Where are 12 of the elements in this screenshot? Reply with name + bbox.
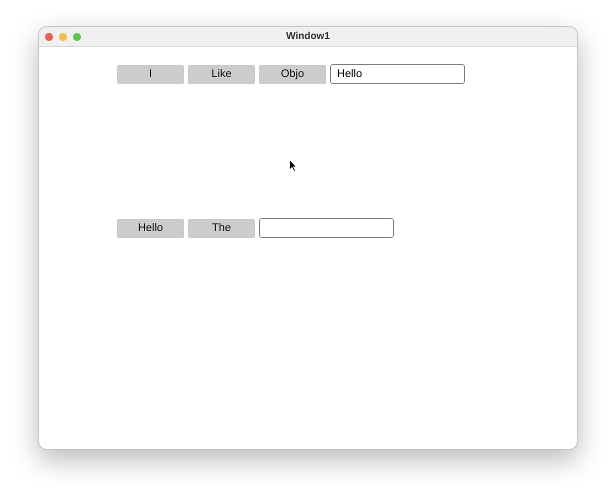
- text-field[interactable]: [259, 218, 394, 238]
- zoom-button[interactable]: [73, 32, 81, 40]
- push-button[interactable]: Hello: [117, 218, 184, 238]
- push-button[interactable]: I: [117, 64, 184, 84]
- push-button[interactable]: Like: [188, 64, 255, 84]
- text-field[interactable]: Hello: [330, 64, 465, 84]
- window-title: Window1: [286, 31, 330, 42]
- close-button[interactable]: [45, 32, 53, 40]
- push-button[interactable]: The: [188, 218, 255, 238]
- pointer-icon: [289, 159, 297, 172]
- minimize-button[interactable]: [59, 32, 67, 40]
- push-button[interactable]: Objo: [259, 64, 326, 84]
